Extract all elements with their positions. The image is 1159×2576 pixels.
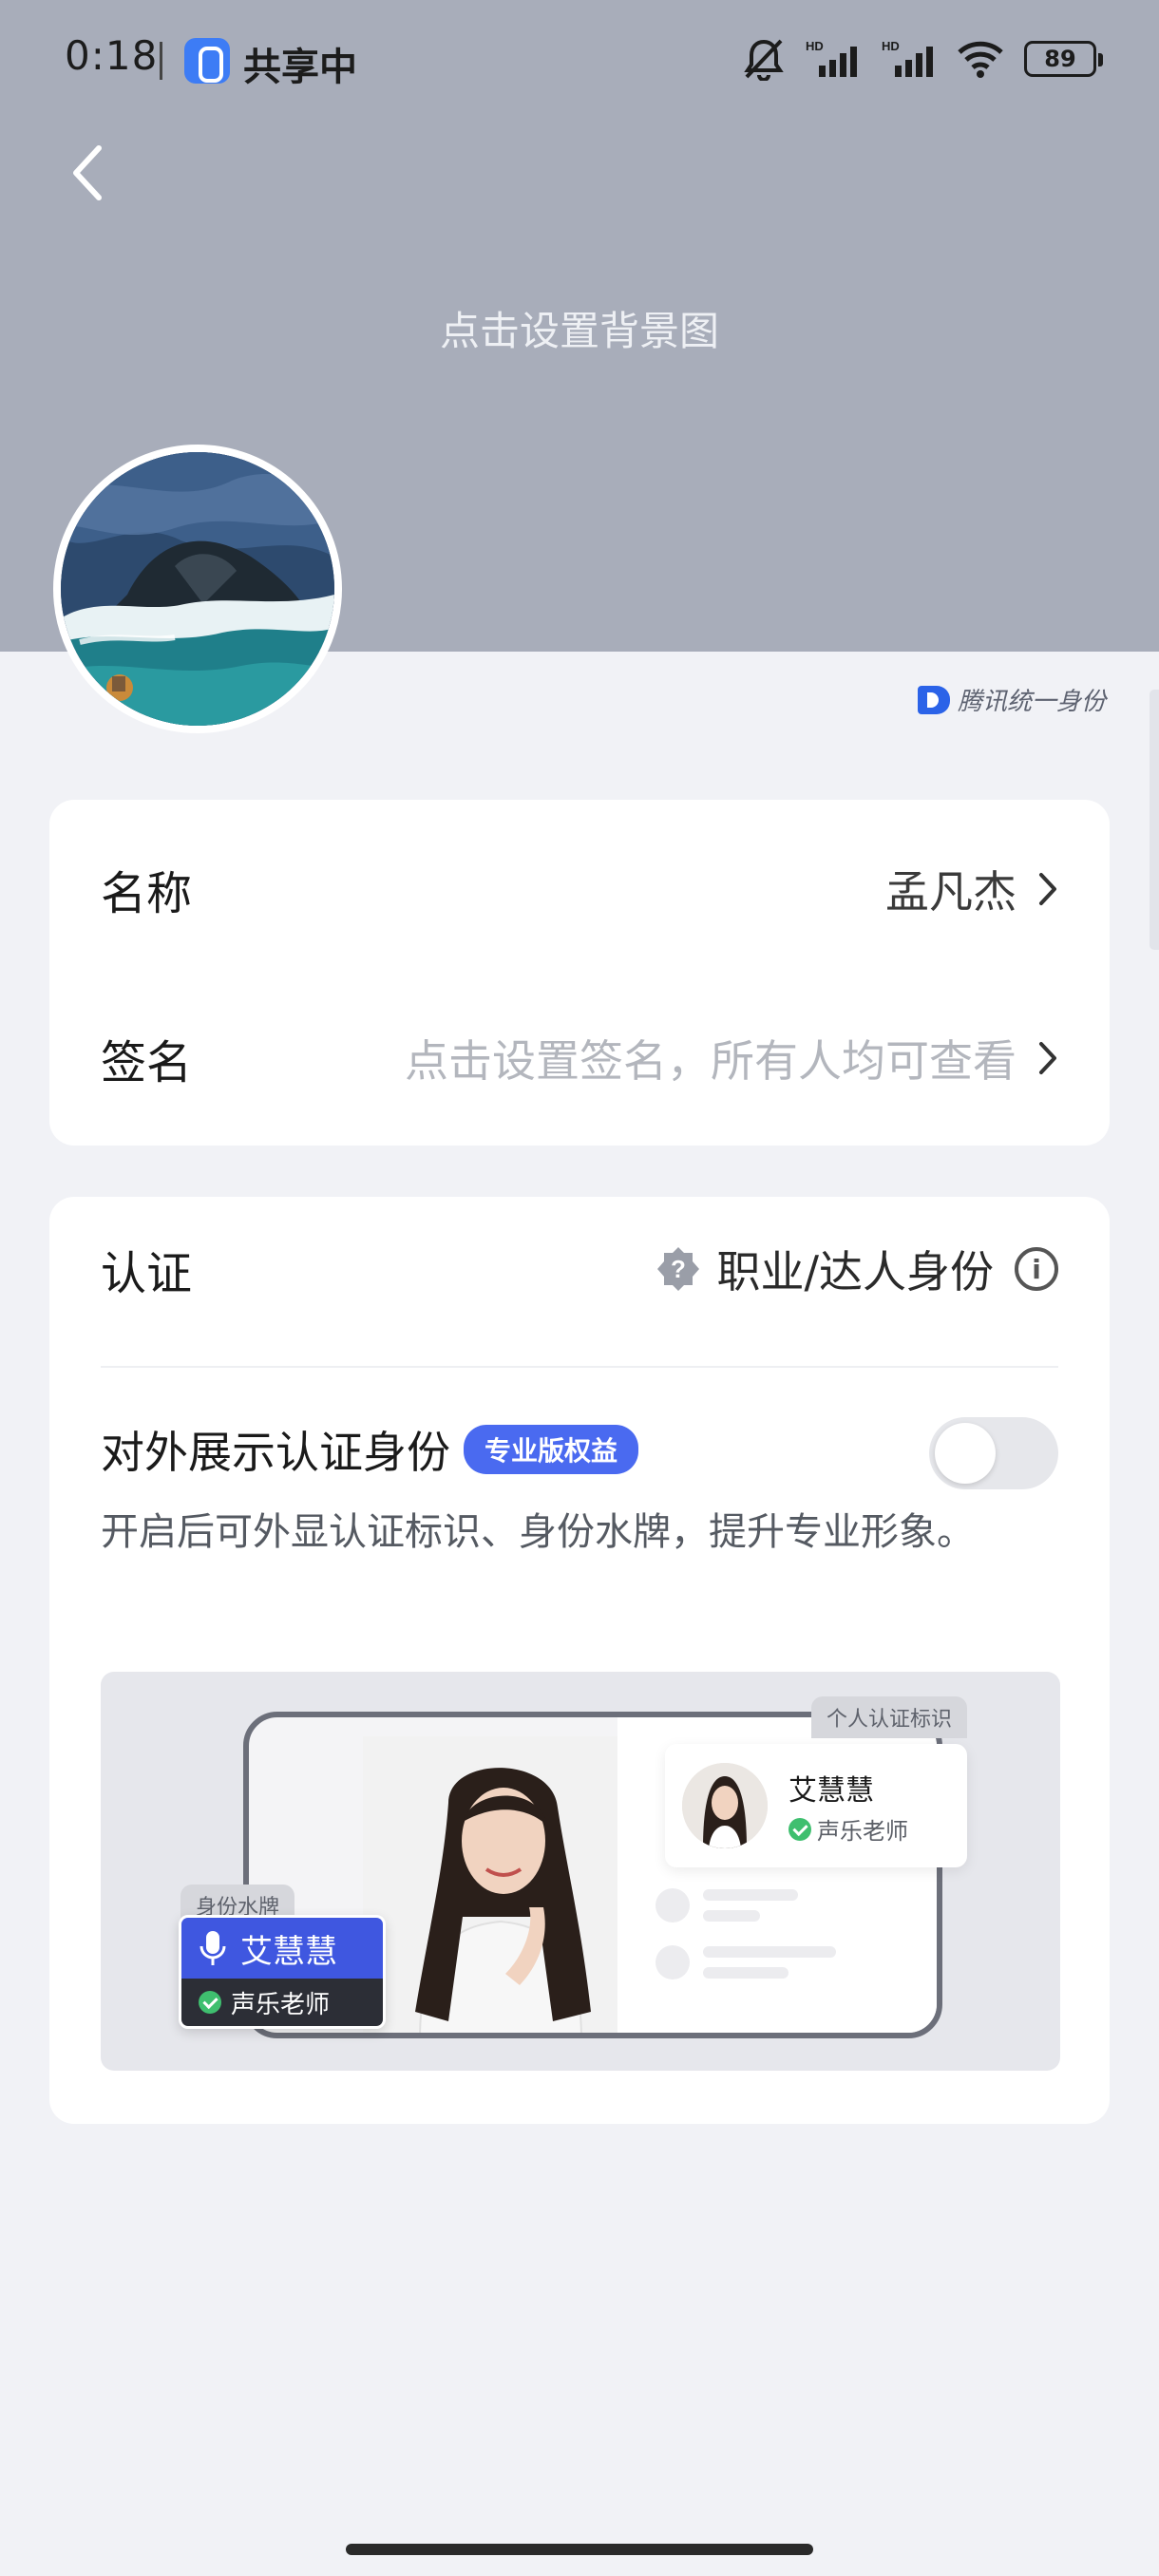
brand-label: 腾讯统一身份 (957, 688, 1106, 716)
verified-check-icon (199, 1991, 221, 2014)
chevron-right-icon (1039, 1042, 1056, 1074)
personal-cert-card: 艾慧慧 声乐老师 (665, 1744, 967, 1867)
name-value: 孟凡杰 (885, 866, 1016, 918)
signal-hd-icon: HD (806, 39, 857, 77)
signature-row[interactable]: 签名 点击设置签名，所有人均可查看 (101, 1024, 1058, 1092)
battery-icon: 89 (1024, 41, 1103, 77)
divider (101, 1366, 1058, 1368)
bell-off-icon (744, 39, 784, 81)
card-role-text: 声乐老师 (817, 1818, 908, 1845)
svg-text:?: ? (671, 1255, 686, 1283)
identity-watermark: 艾慧慧 声乐老师 (179, 1915, 386, 2029)
display-cert-description: 开启后可外显认证标识、身份水牌，提升专业形象。 (101, 1510, 975, 1554)
certification-label: 认证 (101, 1247, 193, 1300)
status-time: 0:18 (65, 32, 159, 79)
teacher-photo (363, 1736, 638, 2033)
svg-text:HD: HD (806, 39, 824, 53)
display-cert-row: 对外展示认证身份 专业版权益 (101, 1413, 1058, 1486)
display-cert-toggle[interactable] (929, 1417, 1058, 1489)
verified-check-icon (788, 1817, 811, 1841)
certification-value: 职业/达人身份 (716, 1246, 995, 1297)
profile-card: 名称 孟凡杰 签名 点击设置签名，所有人均可查看 (49, 800, 1110, 1146)
certification-illustration: 个人认证标识 艾慧慧 声乐老师 身份水牌 艾慧慧 声乐老师 (101, 1672, 1060, 2071)
watermark-name: 艾慧慧 (240, 1932, 337, 1971)
teacher-avatar (682, 1763, 768, 1848)
signature-placeholder: 点击设置签名，所有人均可查看 (405, 1035, 1016, 1087)
avatar-image (61, 452, 334, 726)
placeholder-avatar (656, 1888, 690, 1923)
teacher-avatar-image (682, 1763, 768, 1848)
signature-label: 签名 (101, 1036, 193, 1089)
placeholder-row (656, 1945, 836, 1979)
tencent-logo-icon (917, 685, 950, 714)
name-row[interactable]: 名称 孟凡杰 (101, 855, 1058, 923)
display-cert-label: 对外展示认证身份 (101, 1427, 450, 1478)
watermark-role: 声乐老师 (231, 1990, 331, 2019)
screen-share-icon (184, 38, 230, 84)
placeholder-row (656, 1888, 798, 1923)
back-button[interactable] (65, 142, 112, 203)
card-name: 艾慧慧 (788, 1774, 874, 1808)
chevron-right-icon (1039, 873, 1056, 905)
info-icon[interactable]: i (1015, 1247, 1058, 1291)
certification-row[interactable]: 认证 ? 职业/达人身份 i (101, 1235, 1058, 1303)
system-icons: HD HD 89 (743, 32, 1103, 85)
sharing-label: 共享中 (243, 46, 357, 89)
scroll-indicator (1150, 690, 1159, 950)
tencent-identity-brand: 腾讯统一身份 (917, 682, 1106, 717)
card-role: 声乐老师 (788, 1812, 908, 1846)
microphone-icon (200, 1931, 226, 1965)
svg-text:HD: HD (882, 39, 900, 53)
question-badge-icon: ? (656, 1247, 699, 1291)
wifi-icon (958, 41, 1003, 78)
signal-hd-icon-2: HD (882, 39, 933, 77)
status-divider (160, 42, 162, 80)
home-indicator[interactable] (346, 2544, 813, 2555)
avatar[interactable] (53, 445, 342, 733)
toggle-knob (935, 1423, 996, 1484)
name-label: 名称 (101, 867, 193, 920)
status-bar: 0:18 共享中 HD HD 89 (0, 0, 1159, 120)
pro-badge: 专业版权益 (464, 1425, 639, 1474)
certification-card: 认证 ? 职业/达人身份 i 对外展示认证身份 专业版权益 开启后可外显认证标识… (49, 1197, 1110, 2124)
personal-cert-tag: 个人认证标识 (811, 1696, 968, 1738)
placeholder-avatar (656, 1945, 690, 1979)
set-background-hint[interactable]: 点击设置背景图 (0, 299, 1159, 357)
